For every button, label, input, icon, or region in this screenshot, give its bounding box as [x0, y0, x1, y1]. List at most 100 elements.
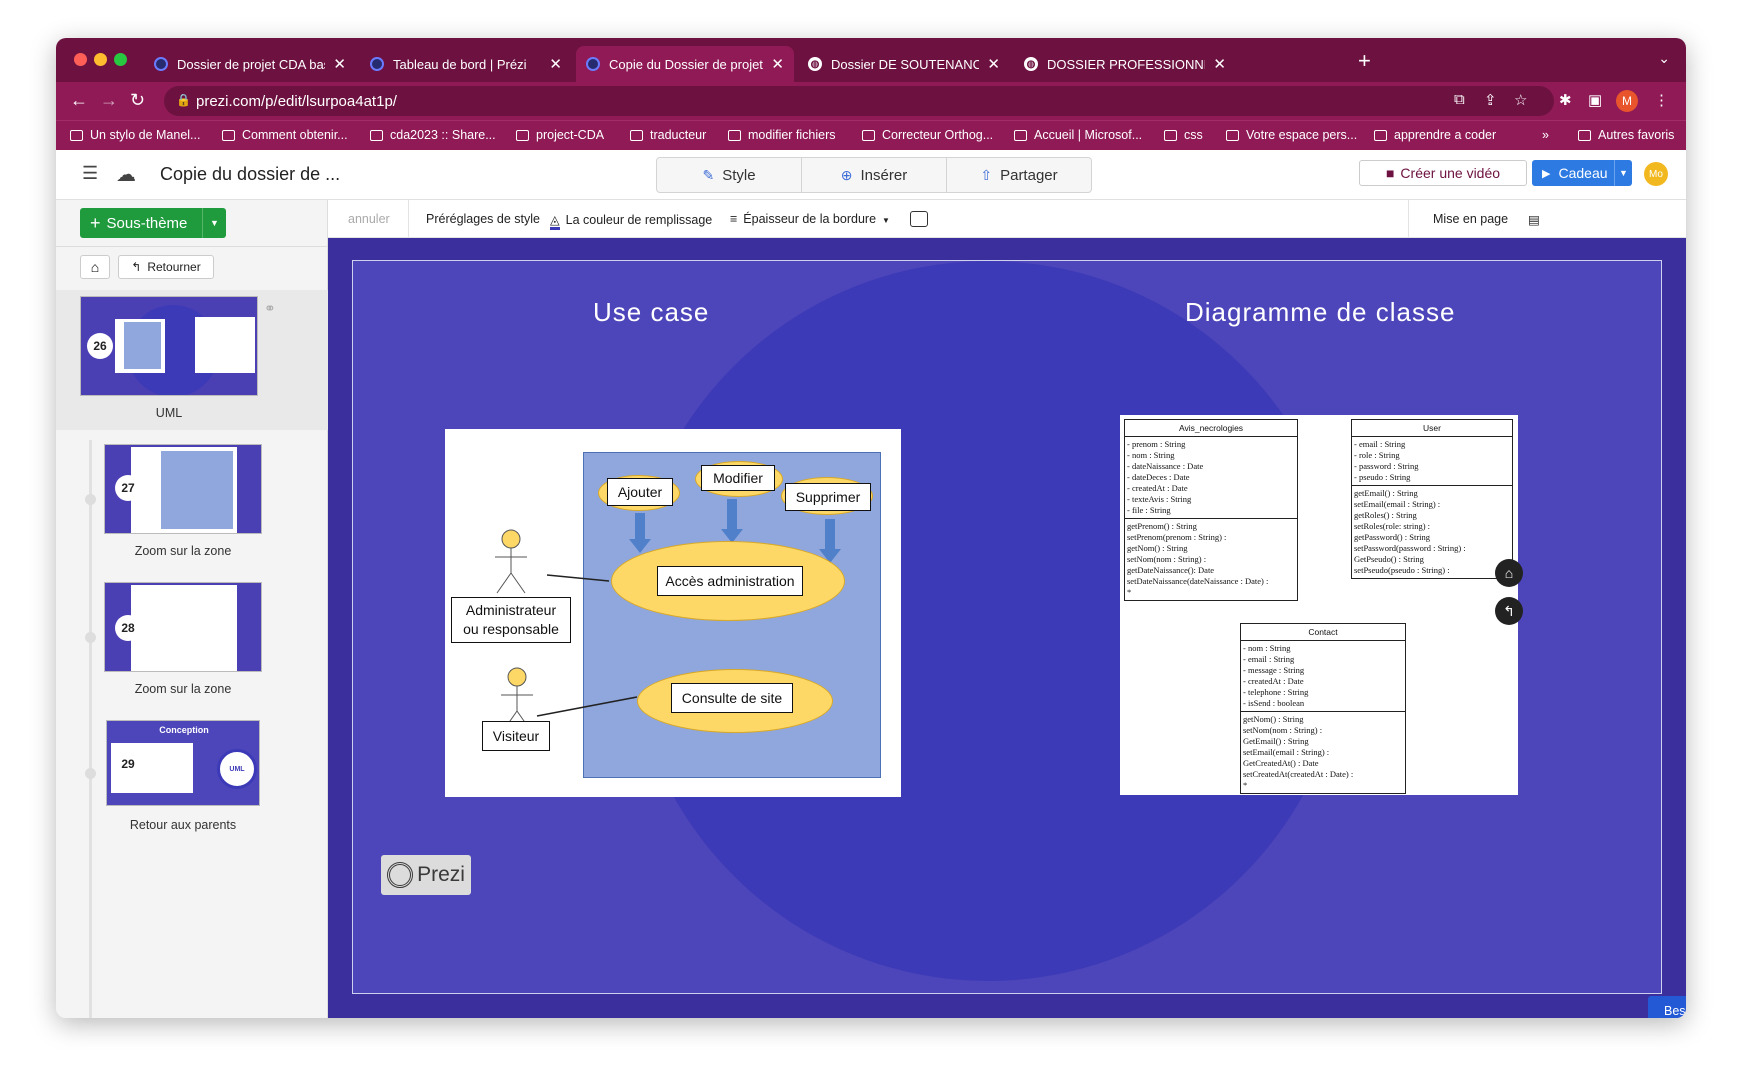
slide-thumbnail[interactable]: 26: [80, 296, 258, 396]
browser-tab[interactable]: ◍ Dossier DE SOUTENANCE POUR ✕: [798, 46, 1010, 82]
close-window-button[interactable]: [74, 53, 87, 66]
home-button[interactable]: ⌂: [80, 255, 110, 279]
layout-button[interactable]: Mise en page: [1433, 212, 1508, 226]
reload-icon[interactable]: ↻: [130, 90, 145, 111]
back-arrow-icon[interactable]: ↰: [1495, 597, 1523, 625]
close-tab-icon[interactable]: ✕: [333, 55, 346, 73]
add-subtopic-button[interactable]: + Sous-thème ▼: [80, 208, 226, 238]
use-case-title[interactable]: Use case: [593, 297, 709, 328]
browser-tab[interactable]: Dossier de projet CDA bastien ✕: [144, 46, 356, 82]
go-back-button[interactable]: ↰ Retourner: [118, 255, 214, 279]
maximize-window-button[interactable]: [114, 53, 127, 66]
more-bookmarks-icon[interactable]: »: [1542, 128, 1549, 142]
class-method: setRoles(role: string) :: [1354, 521, 1431, 531]
class-method: setPrenom(prenom : String) :: [1127, 532, 1227, 542]
class-method: getRoles() : String: [1354, 510, 1417, 520]
back-arrow-icon: ↰: [131, 260, 142, 274]
class-attribute: - prenom : String: [1127, 439, 1186, 449]
chevron-down-icon[interactable]: ▼: [1614, 160, 1632, 186]
bookmark-item[interactable]: cda2023 :: Share...: [370, 128, 496, 142]
cloud-saved-icon: ☁: [116, 164, 136, 186]
undo-button[interactable]: annuler: [348, 212, 390, 226]
close-tab-icon[interactable]: ✕: [771, 55, 784, 73]
prezi-icon: [586, 57, 600, 71]
translate-icon[interactable]: ⧉: [1454, 91, 1465, 108]
class-methods: getEmail() : String setEmail(email : Stri…: [1352, 486, 1512, 578]
extensions-icon[interactable]: ✱: [1559, 91, 1572, 109]
play-icon: ▶: [1542, 167, 1551, 180]
share-icon[interactable]: ⇪: [1484, 91, 1497, 109]
slide-thumbnail[interactable]: 27: [104, 444, 262, 534]
gift-button[interactable]: ▶ Cadeau ▼: [1532, 160, 1632, 186]
notes-icon[interactable]: ▤: [1528, 212, 1540, 227]
class-diagram-image[interactable]: Avis_necrologies - prenom : String - nom …: [1120, 415, 1518, 795]
tab-search-chevron-icon[interactable]: ⌄: [1658, 50, 1670, 67]
class-method: *: [1127, 587, 1132, 597]
slide-frame[interactable]: Use case Diagramme de classe Ajouter Mod…: [352, 260, 1662, 994]
tree-node: [85, 632, 96, 643]
share-button[interactable]: ⇧ Partager: [947, 158, 1091, 192]
fill-color-button[interactable]: ◬ La couleur de remplissage: [550, 212, 712, 230]
class-diagram-title[interactable]: Diagramme de classe: [1185, 297, 1455, 328]
tree-node: [85, 768, 96, 779]
magic-wand-icon: ✎: [702, 166, 715, 183]
help-button[interactable]: Besoin d'aide ?: [1648, 996, 1686, 1018]
home-icon[interactable]: ⌂: [1495, 559, 1523, 587]
class-method: getNom() : String: [1127, 543, 1188, 553]
bookmark-item[interactable]: Votre espace pers...: [1226, 128, 1357, 142]
browser-tab-active[interactable]: Copie du Dossier de projet CDA ✕: [576, 46, 794, 82]
bookmark-folder[interactable]: project-CDA: [516, 128, 604, 142]
menu-dots-icon[interactable]: ⋮: [1654, 91, 1669, 109]
bookmark-item[interactable]: modifier fichiers: [728, 128, 836, 142]
globe-icon: ◍: [808, 57, 822, 71]
bookmark-folder[interactable]: css: [1164, 128, 1203, 142]
editor-canvas[interactable]: Use case Diagramme de classe Ajouter Mod…: [328, 238, 1686, 1018]
new-tab-icon[interactable]: +: [1358, 48, 1371, 74]
create-video-button[interactable]: ■ Créer une vidéo: [1359, 160, 1527, 186]
slide-thumbnail[interactable]: Conception UML 29: [106, 720, 260, 806]
forward-arrow-icon[interactable]: →: [100, 90, 118, 111]
class-method: setDateNaissance(dateNaissance : Date) :: [1127, 576, 1269, 586]
close-tab-icon[interactable]: ✕: [987, 55, 1000, 73]
slide-thumbnail[interactable]: 28: [104, 582, 262, 672]
border-thickness-button[interactable]: ≡ Épaisseur de la bordure ▼: [730, 212, 890, 226]
bookmark-item[interactable]: Un stylo de Manel...: [70, 128, 200, 142]
sidepanel-icon[interactable]: ▣: [1588, 91, 1602, 109]
border-style-icon[interactable]: [910, 211, 928, 227]
bookmark-folder[interactable]: apprendre a coder: [1374, 128, 1496, 142]
close-tab-icon[interactable]: ✕: [1213, 55, 1226, 73]
style-presets-button[interactable]: Préréglages de style: [426, 212, 540, 226]
uml-class-box: Contact - nom : String - email : String - …: [1240, 623, 1406, 794]
back-arrow-icon[interactable]: ←: [70, 90, 88, 111]
other-bookmarks-folder[interactable]: Autres favoris: [1578, 128, 1674, 142]
bookmark-item[interactable]: Comment obtenir...: [222, 128, 348, 142]
close-tab-icon[interactable]: ✕: [549, 55, 562, 73]
link-icon[interactable]: ⚭: [264, 300, 276, 317]
user-avatar[interactable]: Mo: [1644, 162, 1668, 186]
video-camera-icon: ■: [1385, 165, 1395, 181]
bookmark-favicon-icon: [222, 129, 235, 141]
bookmark-item[interactable]: Correcteur Orthog...: [862, 128, 993, 142]
browser-tab[interactable]: Tableau de bord | Prézi ✕: [360, 46, 572, 82]
actor-label: Visiteur: [482, 721, 550, 751]
bookmark-favicon-icon: [862, 129, 875, 141]
hamburger-menu-icon[interactable]: ☰: [82, 163, 98, 184]
insert-button[interactable]: ⊕ Insérer: [802, 158, 947, 192]
style-button[interactable]: ✎ Style: [657, 158, 802, 192]
address-field[interactable]: 🔒 prezi.com/p/edit/lsurpoa4at1p/: [164, 86, 1554, 116]
minimize-window-button[interactable]: [94, 53, 107, 66]
star-icon[interactable]: ☆: [1514, 91, 1527, 109]
document-title[interactable]: Copie du dossier de ...: [160, 164, 340, 185]
bookmark-item[interactable]: Accueil | Microsof...: [1014, 128, 1142, 142]
main-actions-group: ✎ Style ⊕ Insérer ⇧ Partager: [656, 157, 1092, 193]
class-method: setEmail(email : String) :: [1354, 499, 1441, 509]
browser-tab[interactable]: ◍ DOSSIER PROFESSIONNEL (DP ✕: [1014, 46, 1236, 82]
tab-bar: Dossier de projet CDA bastien ✕ Tableau …: [56, 38, 1686, 82]
class-method: getPrenom() : String: [1127, 521, 1197, 531]
bookmark-item[interactable]: traducteur: [630, 128, 706, 142]
use-case-diagram-image[interactable]: Ajouter Modifier Supprimer Accès adminis…: [445, 429, 901, 797]
class-method: setEmail(email : String) :: [1243, 747, 1330, 757]
class-methods: getNom() : String setNom(nom : String) :G…: [1241, 712, 1405, 793]
chevron-down-icon[interactable]: ▼: [202, 208, 226, 238]
profile-avatar[interactable]: M: [1616, 90, 1638, 112]
